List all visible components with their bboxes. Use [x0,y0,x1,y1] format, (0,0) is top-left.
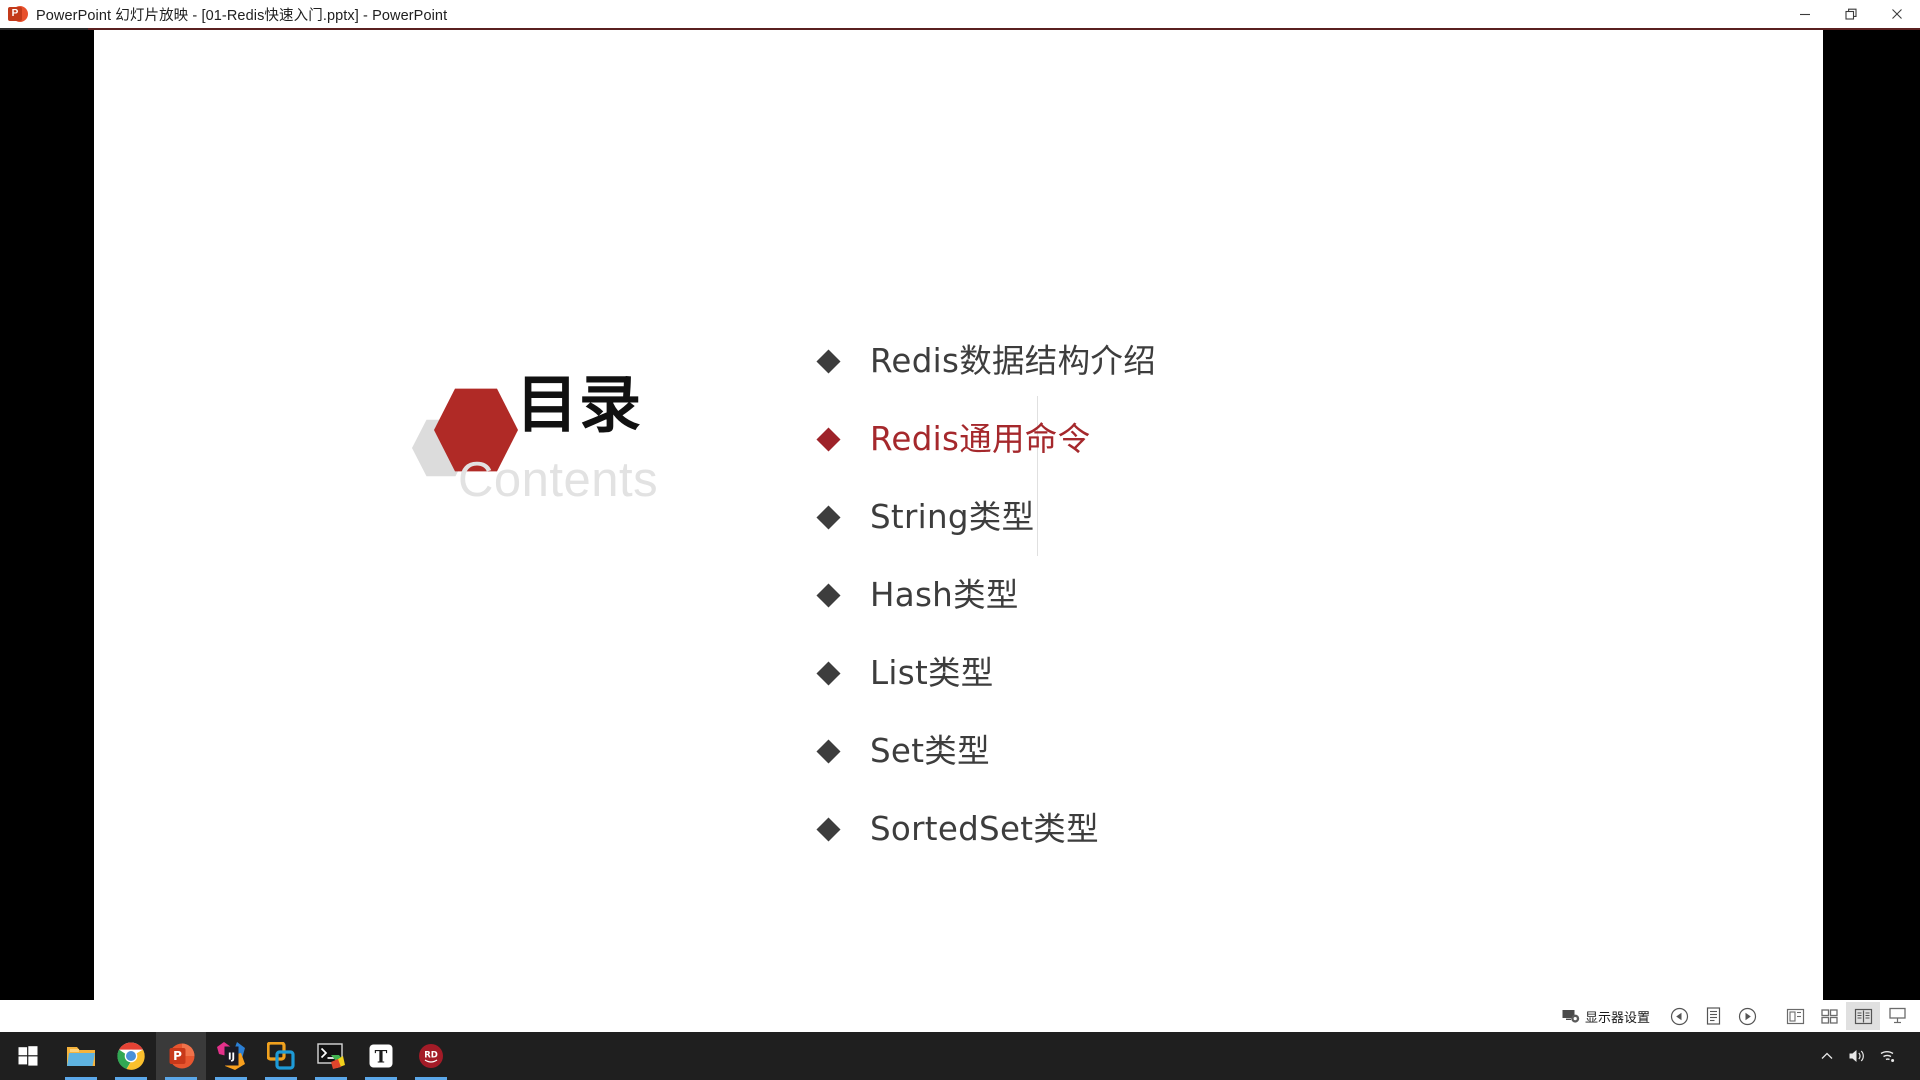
powerpoint-taskbar-icon: P [169,1043,195,1069]
toc-item[interactable]: List类型 [816,634,1720,712]
diamond-bullet-icon [816,738,841,764]
toc-item-label: Set类型 [870,731,990,770]
diamond-bullet-icon [816,816,841,842]
close-button[interactable] [1874,0,1920,29]
status-bar: 显示器设置 [0,1000,1920,1032]
restore-button[interactable] [1828,0,1874,29]
chevron-up-icon [1821,1052,1833,1059]
display-settings-label: 显示器设置 [1584,1010,1650,1026]
normal-view-icon [1786,1008,1804,1024]
toc-item[interactable]: SortedSet类型 [816,790,1720,868]
windows-taskbar: P IJ T RD [0,1032,1920,1080]
notes-icon [1706,1007,1720,1025]
reading-view-icon [1854,1008,1872,1024]
slide-canvas[interactable]: 目录 Contents Redis数据结构介绍 Redis通用命令 String类型… [94,30,1823,1002]
diamond-bullet-icon [816,660,841,686]
typora-icon: T [369,1044,393,1068]
next-slide-button[interactable] [1730,1002,1764,1030]
contents-title-en: Contents [458,453,659,507]
slide-show-view-button[interactable] [1880,1002,1914,1030]
terminal-icon [317,1043,345,1069]
taskbar-item-redis-desktop[interactable]: RD [406,1032,456,1080]
taskbar-item-cmder-terminal[interactable] [306,1032,356,1080]
powerpoint-app-icon: P [8,4,28,24]
volume-button[interactable] [1842,1032,1872,1080]
table-of-contents: Redis数据结构介绍 Redis通用命令 String类型 Hash类型 List类型… [816,322,1720,868]
display-settings-button[interactable]: 显示器设置 [1556,1003,1656,1029]
toc-item-label: String类型 [870,497,1035,536]
taskbar-item-google-chrome[interactable] [106,1032,156,1080]
window-title-text: PowerPoint 幻灯片放映 - [01-Redis快速入门.pptx] -… [36,7,448,24]
slide-show-icon [1888,1007,1906,1024]
diamond-bullet-icon [816,426,841,452]
window-title-bar[interactable]: P PowerPoint 幻灯片放映 - [01-Redis快速入门.pptx]… [0,0,1920,29]
taskbar-item-powerpoint[interactable]: P [156,1032,206,1080]
toc-item[interactable]: Redis数据结构介绍 [816,322,1720,400]
slide-sorter-icon [1820,1008,1838,1024]
svg-text:RD: RD [424,1051,438,1061]
show-hidden-icons-button[interactable] [1812,1032,1842,1080]
windows-logo-icon [18,1046,38,1066]
vmware-icon [267,1042,295,1070]
file-explorer-icon [67,1047,95,1066]
svg-text:T: T [375,1048,388,1068]
previous-arrow-icon [1670,1007,1688,1025]
status-bar-controls: 显示器设置 [1556,1002,1914,1030]
toc-item[interactable]: Set类型 [816,712,1720,790]
toc-item[interactable]: Hash类型 [816,556,1720,634]
toc-item-label: Redis通用命令 [870,419,1091,458]
chrome-icon [117,1042,145,1070]
toc-item[interactable]: String类型 [816,478,1720,556]
svg-text:P: P [173,1049,182,1063]
system-tray [1812,1032,1920,1080]
toc-item-label: Hash类型 [870,575,1019,614]
toc-item[interactable]: Redis通用命令 [816,400,1720,478]
diamond-bullet-icon [816,348,841,374]
toc-item-label: List类型 [870,653,994,692]
diamond-bullet-icon [816,582,841,608]
taskbar-item-typora[interactable]: T [356,1032,406,1080]
previous-slide-button[interactable] [1662,1002,1696,1030]
redis-desktop-icon: RD [419,1044,443,1068]
slide-sorter-view-button[interactable] [1812,1002,1846,1030]
monitor-gear-icon [1562,1009,1580,1023]
next-arrow-icon [1738,1007,1756,1025]
minimize-button[interactable] [1782,0,1828,29]
show-desktop-button[interactable] [1902,1032,1910,1080]
taskbar-item-intellij-idea[interactable]: IJ [206,1032,256,1080]
diamond-bullet-icon [816,504,841,530]
taskbar-item-file-explorer[interactable] [56,1032,106,1080]
contents-title-cn: 目录 [516,368,643,441]
notes-button[interactable] [1696,1002,1730,1030]
powerpoint-icon-letter: P [8,7,22,21]
slideshow-stage[interactable]: 目录 Contents Redis数据结构介绍 Redis通用命令 String类型… [0,30,1920,1012]
toc-item-label: SortedSet类型 [870,809,1099,848]
taskbar-item-vmware[interactable] [256,1032,306,1080]
wifi-icon [1880,1051,1895,1062]
speaker-icon [1849,1050,1864,1062]
start-button[interactable] [0,1032,56,1080]
normal-view-button[interactable] [1778,1002,1812,1030]
contents-logo-block: 目录 Contents [412,360,1038,556]
toc-item-label: Redis数据结构介绍 [870,341,1157,380]
window-controls [1782,0,1920,29]
reading-view-button[interactable] [1846,1002,1880,1030]
intellij-idea-icon: IJ [217,1042,245,1070]
svg-text:IJ: IJ [228,1052,235,1063]
network-button[interactable] [1872,1032,1902,1080]
